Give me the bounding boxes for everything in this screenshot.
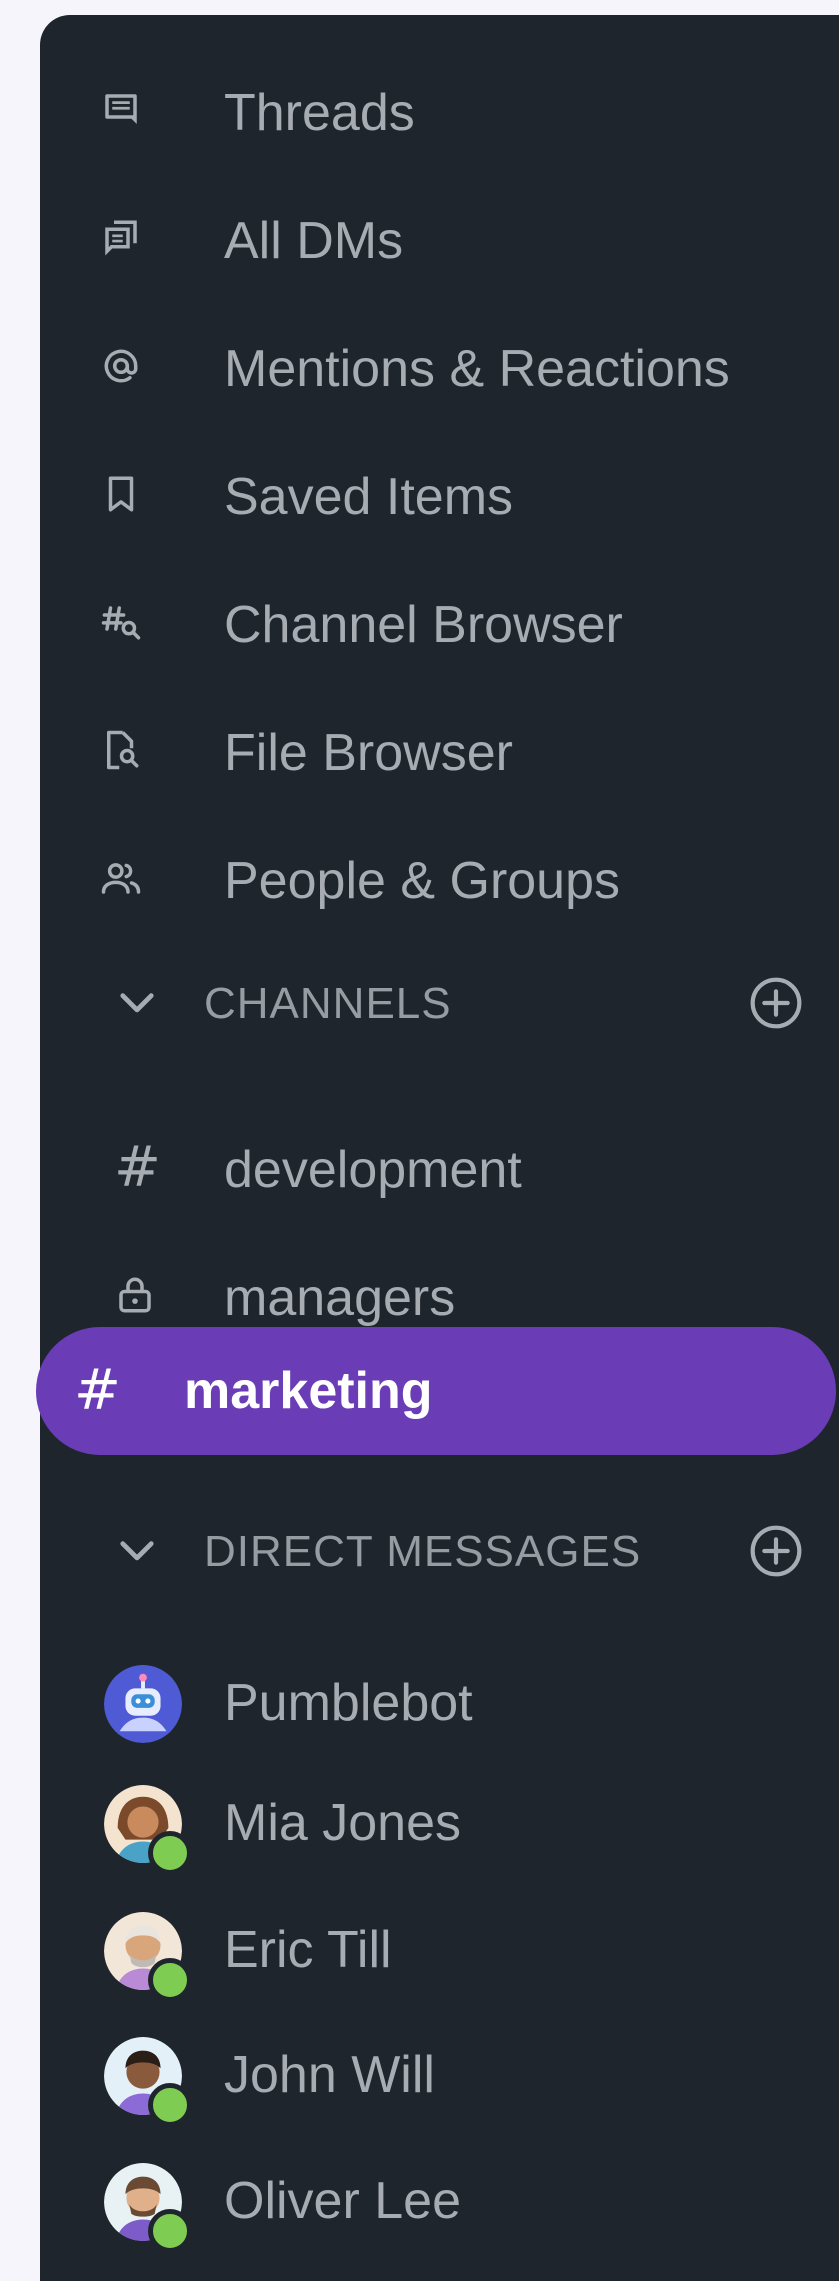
bookmark-icon xyxy=(100,473,142,515)
channel-search-icon xyxy=(100,601,142,643)
lock-icon xyxy=(114,1274,156,1316)
bot-avatar xyxy=(104,1665,182,1743)
channel-item-development[interactable]: # development xyxy=(40,1112,839,1222)
online-status-indicator xyxy=(148,2209,192,2253)
dm-label: Eric Till xyxy=(224,1921,392,1979)
add-channel-button[interactable] xyxy=(748,975,804,1031)
dm-section-header: DIRECT MESSAGES xyxy=(40,1505,839,1595)
online-status-indicator xyxy=(148,2083,192,2127)
nav-mentions-label: Mentions & Reactions xyxy=(224,340,730,398)
plus-circle-icon xyxy=(750,977,802,1029)
at-sign-icon xyxy=(100,345,142,387)
nav-file-browser[interactable]: File Browser xyxy=(40,695,839,805)
people-icon xyxy=(100,857,142,899)
nav-mentions-reactions[interactable]: Mentions & Reactions xyxy=(40,311,839,421)
nav-threads[interactable]: Threads xyxy=(40,55,839,165)
nav-channel-browser[interactable]: Channel Browser xyxy=(40,567,839,677)
nav-channel-browser-label: Channel Browser xyxy=(224,596,623,654)
channels-section-title: CHANNELS xyxy=(204,979,452,1028)
plus-circle-icon xyxy=(750,1525,802,1577)
nav-people-groups[interactable]: People & Groups xyxy=(40,823,839,933)
dm-label: Mia Jones xyxy=(224,1794,461,1852)
nav-all-dms[interactable]: All DMs xyxy=(40,183,839,293)
threads-icon xyxy=(100,89,142,131)
dm-label: Pumblebot xyxy=(224,1674,473,1732)
add-dm-button[interactable] xyxy=(748,1523,804,1579)
channel-label: managers xyxy=(224,1269,456,1327)
channels-section-header: CHANNELS xyxy=(40,957,839,1047)
dm-section-title: DIRECT MESSAGES xyxy=(204,1527,642,1576)
hash-icon: # xyxy=(114,1135,161,1200)
sidebar: Threads All DMs Mentions & Reactions Sav… xyxy=(40,15,839,2281)
nav-people-groups-label: People & Groups xyxy=(224,852,621,910)
nav-saved-items[interactable]: Saved Items xyxy=(40,439,839,549)
channel-item-marketing[interactable]: # marketing xyxy=(36,1327,836,1455)
dm-item-mia-jones[interactable]: Mia Jones xyxy=(40,1763,839,1883)
online-status-indicator xyxy=(148,1831,192,1875)
dm-item-eric-till[interactable]: Eric Till xyxy=(40,1890,839,2010)
channel-label: development xyxy=(224,1141,522,1199)
dm-item-john-will[interactable]: John Will xyxy=(40,2015,839,2135)
dm-label: John Will xyxy=(224,2046,435,2104)
nav-saved-items-label: Saved Items xyxy=(224,468,514,526)
nav-all-dms-label: All DMs xyxy=(224,212,404,270)
all-dms-icon xyxy=(100,217,142,259)
dm-item-pumblebot[interactable]: Pumblebot xyxy=(40,1643,839,1763)
nav-file-browser-label: File Browser xyxy=(224,724,513,782)
channel-label: marketing xyxy=(184,1362,433,1420)
file-search-icon xyxy=(100,729,142,771)
dm-item-oliver-lee[interactable]: Oliver Lee xyxy=(40,2141,839,2261)
chevron-down-icon[interactable] xyxy=(118,1535,156,1565)
dm-label: Oliver Lee xyxy=(224,2172,461,2230)
chevron-down-icon[interactable] xyxy=(118,987,156,1017)
online-status-indicator xyxy=(148,1958,192,2002)
hash-icon: # xyxy=(74,1358,121,1423)
nav-threads-label: Threads xyxy=(224,84,415,142)
